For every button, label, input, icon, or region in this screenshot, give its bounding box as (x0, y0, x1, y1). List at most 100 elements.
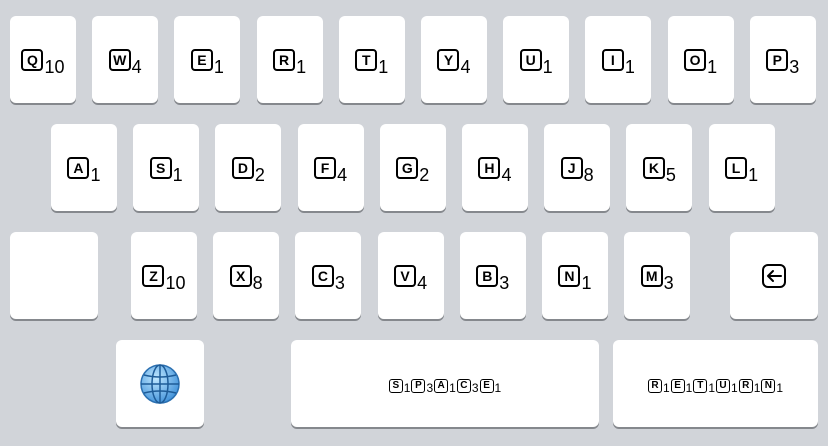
key-t[interactable]: T1 (338, 16, 405, 103)
tile-score: 1 (378, 56, 389, 77)
key-m[interactable]: M3 (624, 232, 691, 319)
letter-tile: R1 (273, 48, 306, 76)
tile-letter: U (716, 378, 730, 393)
tile-score: 1 (662, 380, 670, 395)
globe-key[interactable] (116, 340, 204, 427)
tile-letter: E (190, 48, 213, 71)
key-d[interactable]: D2 (215, 124, 282, 211)
key-j[interactable]: J8 (544, 124, 611, 211)
tile-score: 4 (131, 56, 142, 77)
tile-score: 4 (417, 272, 428, 293)
key-b[interactable]: B3 (459, 232, 526, 319)
key-c[interactable]: C3 (295, 232, 362, 319)
key-f[interactable]: F4 (297, 124, 364, 211)
key-i[interactable]: I1 (585, 16, 652, 103)
tile-letter: E (670, 378, 685, 393)
letter-tile: E1 (190, 48, 224, 76)
letter-tile: R1 (647, 375, 670, 395)
tile-score: 3 (663, 272, 674, 293)
letter-tile: S1 (388, 375, 410, 395)
letter-tile: V4 (394, 264, 427, 292)
tile-letter: P (766, 48, 789, 71)
tile-score: 3 (789, 56, 800, 77)
return-key[interactable]: R1E1T1U1R1N1 (613, 340, 818, 427)
tile-score: 1 (494, 380, 502, 395)
tile-score: 1 (296, 56, 307, 77)
key-x[interactable]: X8 (213, 232, 280, 319)
key-w[interactable]: W4 (92, 16, 159, 103)
letter-tile: C3 (311, 264, 345, 292)
tile-score: 2 (419, 164, 430, 185)
key-z[interactable]: Z 10 (131, 232, 197, 319)
key-y[interactable]: Y4 (421, 16, 487, 103)
tile-letter: R (647, 378, 662, 393)
letter-tile: T1 (355, 48, 388, 76)
key-u[interactable]: U1 (503, 16, 570, 103)
tile-score: 1 (707, 56, 718, 77)
letter-tile: D2 (231, 156, 265, 184)
tile-letter: O (684, 48, 707, 71)
key-p[interactable]: P3 (749, 16, 816, 103)
tile-score: 4 (337, 164, 348, 185)
key-h[interactable]: H4 (462, 124, 528, 211)
tile-score: 1 (542, 56, 553, 77)
key-a[interactable]: A1 (51, 124, 117, 211)
tile-score: 1 (213, 56, 224, 77)
globe-icon (139, 363, 181, 405)
tile-score: 5 (665, 164, 676, 185)
key-o[interactable]: O1 (667, 16, 734, 103)
letter-tile: H4 (478, 156, 512, 184)
tile-letter: H (478, 156, 501, 179)
key-n[interactable]: N1 (542, 232, 608, 319)
tile-score: 1 (776, 380, 784, 395)
tile-letter: T (693, 378, 708, 393)
letter-tile: T1 (693, 375, 715, 395)
tile-score: 3 (471, 380, 479, 395)
key-s[interactable]: S1 (133, 124, 200, 211)
letter-tile: N1 (558, 264, 592, 292)
letter-tile: X8 (229, 264, 263, 292)
backspace-key[interactable] (730, 232, 818, 319)
tile-letter: C (456, 378, 471, 393)
tile-letter: M (640, 264, 663, 287)
tile-letter: A (434, 378, 449, 393)
key-k[interactable]: K5 (626, 124, 693, 211)
tile-score: 1 (748, 164, 759, 185)
tile-letter: W (108, 48, 131, 71)
tile-letter: R (738, 378, 753, 393)
letter-tile: I1 (601, 48, 635, 76)
key-l[interactable]: L1 (708, 124, 775, 211)
tile-letter: Q (21, 48, 44, 71)
tile-score: 8 (252, 272, 263, 293)
tile-letter: A (67, 156, 90, 179)
key-g[interactable]: G2 (379, 124, 446, 211)
space-key[interactable]: S1P3A1C3E1 (291, 340, 599, 427)
tile-letter: N (761, 378, 776, 393)
tile-score: 1 (581, 272, 592, 293)
tile-letter: V (394, 264, 417, 287)
tile-score: 1 (90, 164, 101, 185)
letter-tile: M3 (640, 264, 674, 292)
letter-tile: R1 (738, 375, 760, 395)
tile-score: 2 (254, 164, 265, 185)
return-key-label: R1E1T1U1R1N1 (647, 375, 783, 395)
shift-key[interactable] (10, 232, 98, 319)
tile-letter: D (231, 156, 254, 179)
key-r[interactable]: R1 (256, 16, 323, 103)
letter-tile: Q 10 (21, 48, 65, 76)
letter-tile: B3 (476, 264, 509, 292)
key-e[interactable]: E1 (174, 16, 241, 103)
tile-score: 1 (708, 380, 715, 395)
tile-letter: L (725, 156, 748, 179)
tile-score: 4 (501, 164, 512, 185)
key-q[interactable]: Q 10 (10, 16, 76, 103)
tile-letter: G (396, 156, 419, 179)
key-v[interactable]: V4 (377, 232, 444, 319)
tile-letter: E (479, 378, 494, 393)
letter-tile: W4 (108, 48, 142, 76)
tile-letter: F (314, 156, 337, 179)
letter-tile: Z 10 (142, 264, 186, 292)
letter-tile: L1 (725, 156, 758, 184)
tile-letter: Y (437, 48, 460, 71)
tile-score: 10 (44, 56, 65, 77)
